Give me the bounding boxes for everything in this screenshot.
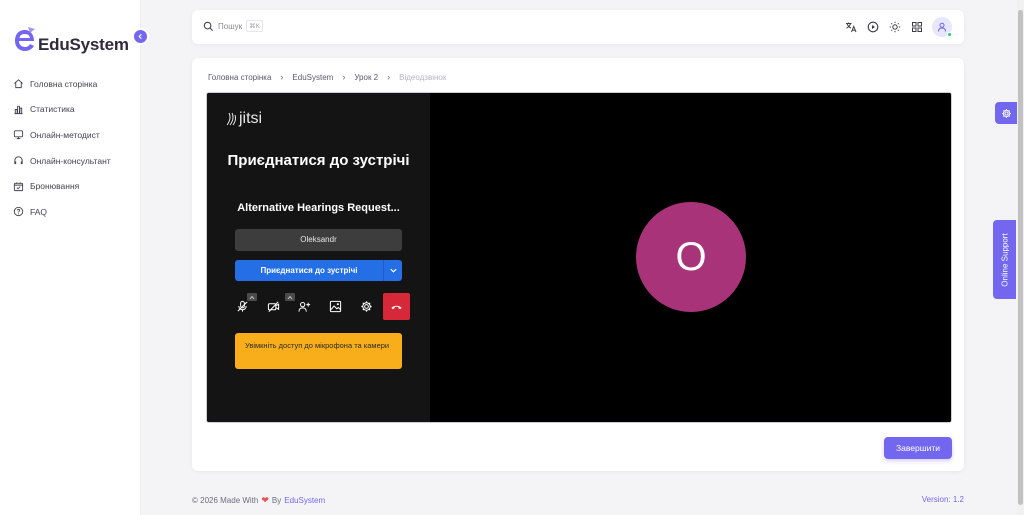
finish-call-button[interactable]: Завершити bbox=[884, 437, 952, 459]
mic-muted-button[interactable] bbox=[233, 297, 251, 315]
image-icon bbox=[329, 300, 341, 312]
sidebar-item-label: FAQ bbox=[30, 206, 48, 217]
breadcrumb-separator: › bbox=[387, 72, 391, 82]
jitsi-logo-text: jitsi bbox=[239, 110, 263, 127]
app-logo[interactable]: EduSystem bbox=[12, 20, 132, 60]
logo-icon bbox=[15, 27, 35, 51]
meeting-room-name: Alternative Hearings Request... bbox=[237, 202, 400, 214]
video-options-caret[interactable] bbox=[285, 293, 295, 301]
settings-button[interactable] bbox=[357, 297, 375, 315]
phone-hangup-icon bbox=[391, 305, 402, 310]
topbar-actions bbox=[836, 17, 952, 37]
jitsi-meeting-frame: jitsi Приєднатися до зустрічі Alternativ… bbox=[206, 92, 952, 423]
sidebar-item-online-consultant[interactable]: Онлайн-консультант bbox=[0, 148, 141, 174]
add-user-icon bbox=[297, 301, 310, 312]
breadcrumb-item[interactable]: EduSystem bbox=[292, 73, 333, 82]
sidebar: EduSystem Головна сторінка Статистика Он… bbox=[0, 0, 147, 515]
scrollbar-thumb[interactable] bbox=[1018, 10, 1023, 505]
user-avatar-icon bbox=[938, 22, 946, 32]
heart-icon: ❤ bbox=[261, 495, 269, 505]
chevron-up-icon bbox=[287, 295, 293, 299]
sidebar-item-faq[interactable]: FAQ bbox=[0, 199, 141, 225]
invite-button[interactable] bbox=[295, 297, 313, 315]
play-circle-icon[interactable] bbox=[866, 20, 880, 34]
customizer-toggle[interactable] bbox=[995, 102, 1018, 124]
breadcrumb-current: Відеодзвінок bbox=[399, 72, 447, 82]
user-avatar[interactable] bbox=[932, 17, 952, 37]
prejoin-title: Приєднатися до зустрічі bbox=[227, 152, 410, 169]
bar-chart-icon bbox=[13, 104, 24, 115]
page-scrollbar[interactable] bbox=[1017, 0, 1024, 515]
sidebar-item-label: Бронювання bbox=[30, 181, 80, 192]
hangup-button[interactable] bbox=[383, 293, 410, 320]
sidebar-item-statistics[interactable]: Статистика bbox=[0, 97, 141, 123]
footer-copyright: © 2026 Made With ❤ By EduSystem bbox=[192, 495, 325, 506]
jitsi-mark-icon bbox=[226, 112, 237, 126]
topbar: Пошук ⌘K bbox=[192, 10, 964, 44]
online-support-label: Online Support bbox=[1000, 232, 1009, 287]
breadcrumb-item[interactable]: Урок 2 bbox=[354, 73, 378, 82]
help-circle-icon bbox=[13, 206, 24, 217]
breadcrumb-item[interactable]: Головна сторінка bbox=[208, 73, 271, 82]
calendar-check-icon bbox=[13, 181, 24, 192]
search-placeholder: Пошук bbox=[218, 21, 243, 31]
sidebar-nav: Головна сторінка Статистика Онлайн-метод… bbox=[0, 71, 141, 225]
headphones-icon bbox=[13, 155, 24, 166]
sidebar-collapse-button[interactable] bbox=[134, 30, 147, 43]
home-icon bbox=[13, 78, 24, 89]
app-name: EduSystem bbox=[38, 35, 129, 54]
prejoin-toolbar bbox=[231, 293, 411, 323]
video-stage: O bbox=[430, 93, 951, 422]
sidebar-item-label: Статистика bbox=[30, 104, 75, 115]
sun-icon[interactable] bbox=[888, 20, 902, 34]
background-button[interactable] bbox=[326, 297, 344, 315]
online-status-dot bbox=[947, 32, 952, 37]
sidebar-item-label: Онлайн-консультант bbox=[30, 155, 111, 166]
chevron-left-icon bbox=[138, 33, 142, 40]
sidebar-item-online-methodist[interactable]: Онлайн-методист bbox=[0, 122, 141, 148]
sidebar-item-booking[interactable]: Бронювання bbox=[0, 173, 141, 199]
join-meeting-button[interactable]: Приєднатися до зустрічі bbox=[235, 260, 402, 281]
translate-icon[interactable] bbox=[844, 20, 858, 34]
copyright-text: © 2026 Made With bbox=[192, 496, 259, 505]
search-icon bbox=[203, 21, 214, 31]
footer-link[interactable]: EduSystem bbox=[284, 496, 325, 505]
search-trigger[interactable]: Пошук ⌘K bbox=[203, 20, 263, 32]
chevron-down-icon bbox=[389, 268, 397, 273]
breadcrumb-separator: › bbox=[342, 72, 346, 82]
breadcrumb: Головна сторінка › EduSystem › Урок 2 › … bbox=[208, 72, 446, 82]
mic-off-icon bbox=[236, 300, 248, 312]
camera-off-icon bbox=[267, 301, 279, 312]
video-call-card: Головна сторінка › EduSystem › Урок 2 › … bbox=[192, 58, 964, 471]
sidebar-item-home[interactable]: Головна сторінка bbox=[0, 71, 141, 97]
prejoin-panel: jitsi Приєднатися до зустрічі Alternativ… bbox=[207, 93, 430, 422]
permission-warning: Увімкніть доступ до мікрофона та камери bbox=[235, 333, 402, 369]
search-shortcut: ⌘K bbox=[246, 20, 263, 32]
sidebar-item-label: Онлайн-методист bbox=[30, 129, 100, 140]
footer-by: By bbox=[271, 496, 282, 505]
app-version: Version: 1.2 bbox=[921, 495, 964, 504]
apps-grid-icon[interactable] bbox=[910, 20, 924, 34]
sidebar-item-label: Головна сторінка bbox=[30, 78, 98, 89]
camera-off-button[interactable] bbox=[264, 297, 282, 315]
participant-avatar: O bbox=[636, 202, 746, 312]
gear-icon bbox=[360, 300, 372, 312]
monitor-icon bbox=[13, 129, 24, 140]
online-support-tab[interactable]: Online Support bbox=[993, 220, 1016, 299]
display-name-input[interactable]: Oleksandr bbox=[235, 229, 402, 251]
gear-icon bbox=[1002, 108, 1011, 118]
join-meeting-label: Приєднатися до зустрічі bbox=[260, 266, 358, 275]
join-options-dropdown[interactable] bbox=[383, 260, 402, 281]
jitsi-logo: jitsi bbox=[225, 110, 262, 128]
breadcrumb-separator: › bbox=[280, 72, 284, 82]
